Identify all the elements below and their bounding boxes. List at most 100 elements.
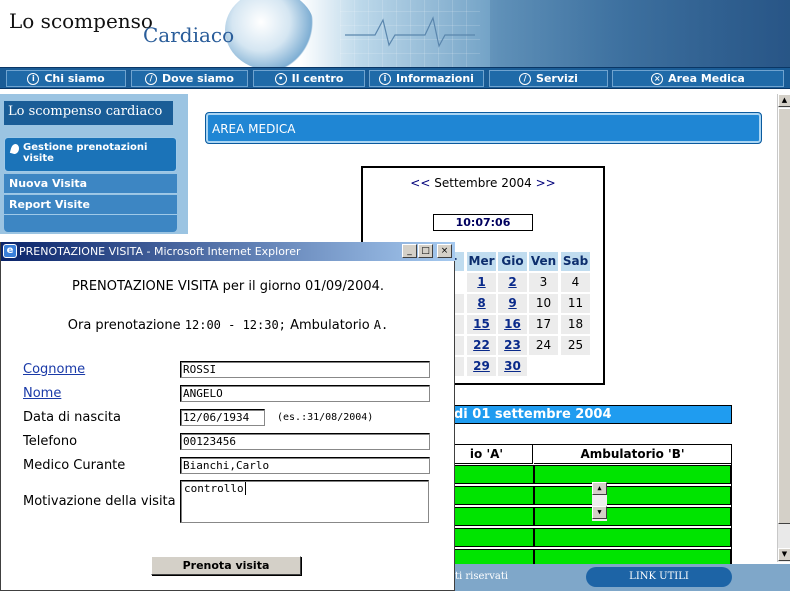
area-title-banner: AREA MEDICA (205, 112, 762, 144)
close-icon[interactable]: × (437, 244, 452, 258)
scroll-down-icon[interactable]: ▼ (592, 506, 607, 519)
calendar-day-link[interactable]: 9 (508, 296, 516, 310)
weekday-header: Ven (529, 252, 558, 271)
target-icon: • (274, 72, 287, 85)
sidebar-item-report-visite[interactable]: Report Visite (4, 195, 177, 215)
time-value: 12:00 - 12:30; (184, 318, 286, 332)
nav-label: Area Medica (668, 72, 745, 85)
calendar-day: 11 (561, 294, 590, 313)
next-month-link[interactable]: >> (536, 176, 556, 190)
scroll-thumb[interactable] (778, 108, 790, 524)
calendar-day: 17 (529, 315, 558, 334)
time-label: Ora prenotazione (67, 318, 181, 333)
calendar-day: 10 (529, 294, 558, 313)
nav-area-medica[interactable]: × Area Medica (612, 70, 784, 87)
calendar-day[interactable]: 30 (498, 357, 527, 376)
weekday-header: Mer (467, 252, 496, 271)
sidebar-item-nuova-visita[interactable]: Nuova Visita (4, 174, 177, 194)
calendar-day-link[interactable]: 8 (477, 296, 485, 310)
minimize-icon[interactable]: _ (402, 244, 417, 258)
calendar-day[interactable]: 23 (498, 336, 527, 355)
motivazione-textarea[interactable]: controllo ▲ ▼ (180, 480, 607, 523)
calendar-month: Settembre 2004 (434, 176, 532, 190)
nav-label: Informazioni (396, 72, 474, 85)
text-cursor (244, 482, 246, 495)
browser-page: Lo scompenso Cardiaco i Chi siamo / Dove… (0, 0, 790, 591)
link-utili-button[interactable]: LINK UTILI (586, 567, 732, 587)
nav-servizi[interactable]: / Servizi (489, 70, 608, 87)
calendar-day-link[interactable]: 2 (508, 275, 516, 289)
calendar-day[interactable]: 15 (467, 315, 496, 334)
popup-titlebar: e PRENOTAZIONE VISITA - Microsoft Intern… (1, 242, 455, 261)
sidebar-title: Lo scompenso cardiaco (4, 101, 173, 125)
slot-ambulatorio-b[interactable] (534, 507, 731, 526)
calendar-day[interactable]: 9 (498, 294, 527, 313)
calendar-day-link[interactable]: 15 (473, 317, 490, 331)
slot-ambulatorio-b[interactable] (534, 528, 731, 547)
logo-text-line2: Cardiaco (143, 23, 235, 47)
calendar-day-link[interactable]: 22 (473, 338, 490, 352)
medico-field[interactable]: Bianchi,Carlo (180, 457, 430, 474)
nav-informazioni[interactable]: i Informazioni (369, 70, 484, 87)
nome-label-link[interactable]: Nome (23, 386, 61, 401)
scroll-up-icon[interactable]: ▲ (592, 482, 607, 495)
schedule-table: io 'A' Ambulatorio 'B' (440, 444, 732, 568)
calendar-day-link[interactable]: 1 (477, 275, 485, 289)
ecg-line-icon (345, 16, 475, 48)
vertical-scrollbar[interactable]: ▲ ▼ (777, 94, 790, 562)
calendar-day[interactable]: 22 (467, 336, 496, 355)
calendar-day-link[interactable]: 30 (504, 359, 521, 373)
cross-icon: × (651, 72, 664, 85)
booking-time-line: Ora prenotazione 12:00 - 12:30; Ambulato… (1, 318, 455, 333)
clock-display: 10:07:06 (433, 214, 533, 231)
nav-chi-siamo[interactable]: i Chi siamo (6, 70, 126, 87)
nav-label: Dove siamo (162, 72, 234, 85)
sidebar-item-gestione-prenotazioni[interactable]: Gestione prenotazioni visite (4, 137, 177, 172)
main-nav: i Chi siamo / Dove siamo • Il centro i I… (0, 67, 790, 89)
birthdate-hint: (es.:31/08/2004) (277, 412, 374, 423)
scroll-down-icon[interactable]: ▼ (778, 548, 790, 561)
calendar-day[interactable]: 29 (467, 357, 496, 376)
ambulatorio-label: Ambulatorio (290, 318, 370, 333)
nav-dove-siamo[interactable]: / Dove siamo (131, 70, 248, 87)
telefono-label: Telefono (23, 434, 78, 449)
cognome-field[interactable]: ROSSI (180, 361, 430, 378)
nome-field[interactable]: ANGELO (180, 385, 430, 402)
calendar-day[interactable]: 1 (467, 273, 496, 292)
nav-il-centro[interactable]: • Il centro (253, 70, 365, 87)
medical-photos-graphic (490, 0, 790, 68)
motivazione-text: controllo (184, 482, 244, 495)
footer-text: ti riservati (455, 571, 509, 582)
calendar-day: 4 (561, 273, 590, 292)
motivazione-label: Motivazione della visita (23, 494, 176, 509)
scroll-up-icon[interactable]: ▲ (778, 94, 790, 107)
maximize-icon[interactable]: □ (418, 244, 433, 258)
prenota-visita-button[interactable]: Prenota visita (151, 556, 301, 575)
info-icon: i (379, 72, 392, 85)
textarea-scrollbar[interactable]: ▲ ▼ (592, 482, 607, 521)
weekday-header: Gio (498, 252, 527, 271)
person-icon: i (27, 72, 40, 85)
calendar-day[interactable]: 2 (498, 273, 527, 292)
day-schedule-header: di 01 settembre 2004 (440, 405, 732, 424)
calendar-day-link[interactable]: 16 (504, 317, 521, 331)
slot-ambulatorio-b[interactable] (534, 465, 731, 484)
popup-heading: PRENOTAZIONE VISITA per il giorno 01/09/… (71, 279, 385, 294)
calendar-day: 3 (529, 273, 558, 292)
popup-title: PRENOTAZIONE VISITA - Microsoft Internet… (19, 245, 301, 258)
slot-ambulatorio-b[interactable] (534, 486, 731, 505)
telefono-field[interactable]: 00123456 (180, 433, 430, 450)
prev-month-link[interactable]: << (410, 176, 430, 190)
calendar-day[interactable]: 16 (498, 315, 527, 334)
calendar-day-link[interactable]: 29 (473, 359, 490, 373)
calendar-day-link[interactable]: 23 (504, 338, 521, 352)
birthdate-field[interactable]: 12/06/1934 (180, 409, 265, 426)
sidebar-footer (4, 215, 177, 232)
booking-popup-window: e PRENOTAZIONE VISITA - Microsoft Intern… (0, 242, 607, 591)
calendar-day[interactable]: 8 (467, 294, 496, 313)
nav-label: Chi siamo (44, 72, 105, 85)
cognome-label-link[interactable]: Cognome (23, 362, 85, 377)
medico-label: Medico Curante (23, 458, 126, 473)
nascita-label: Data di nascita (23, 410, 121, 425)
calendar-day: 25 (561, 336, 590, 355)
